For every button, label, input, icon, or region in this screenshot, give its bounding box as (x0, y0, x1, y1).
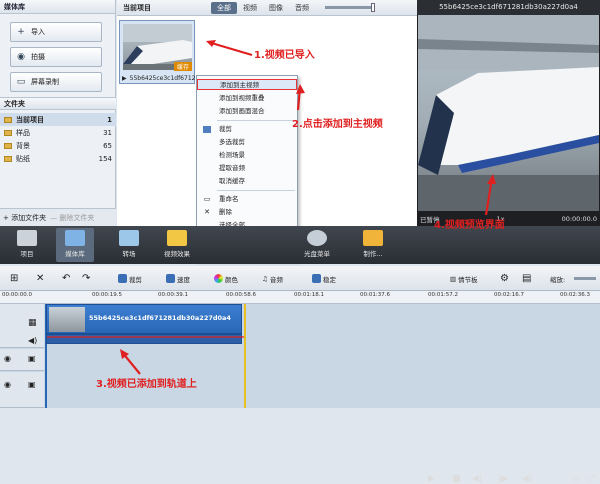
volume-icon[interactable]: ◀) (522, 474, 532, 484)
prev-frame-icon[interactable]: ◀| (472, 474, 482, 484)
play-icon[interactable]: ▶ (428, 474, 435, 484)
annotation-arrows (47, 40, 496, 375)
stop-icon[interactable]: ■ (452, 474, 461, 484)
fullscreen-icon[interactable]: ⤢ (588, 474, 595, 484)
snapshot-icon[interactable]: ◎ (572, 474, 580, 484)
annotation-add-main: 2.点击添加到主视频 (292, 119, 383, 130)
annotation-added-track: 3.视频已添加到轨道上 (96, 379, 197, 390)
annotation-imported: 1.视频已导入 (254, 50, 315, 61)
annotation-preview: 4.视频预览界面 (434, 220, 505, 231)
next-frame-icon[interactable]: |▶ (498, 474, 508, 484)
